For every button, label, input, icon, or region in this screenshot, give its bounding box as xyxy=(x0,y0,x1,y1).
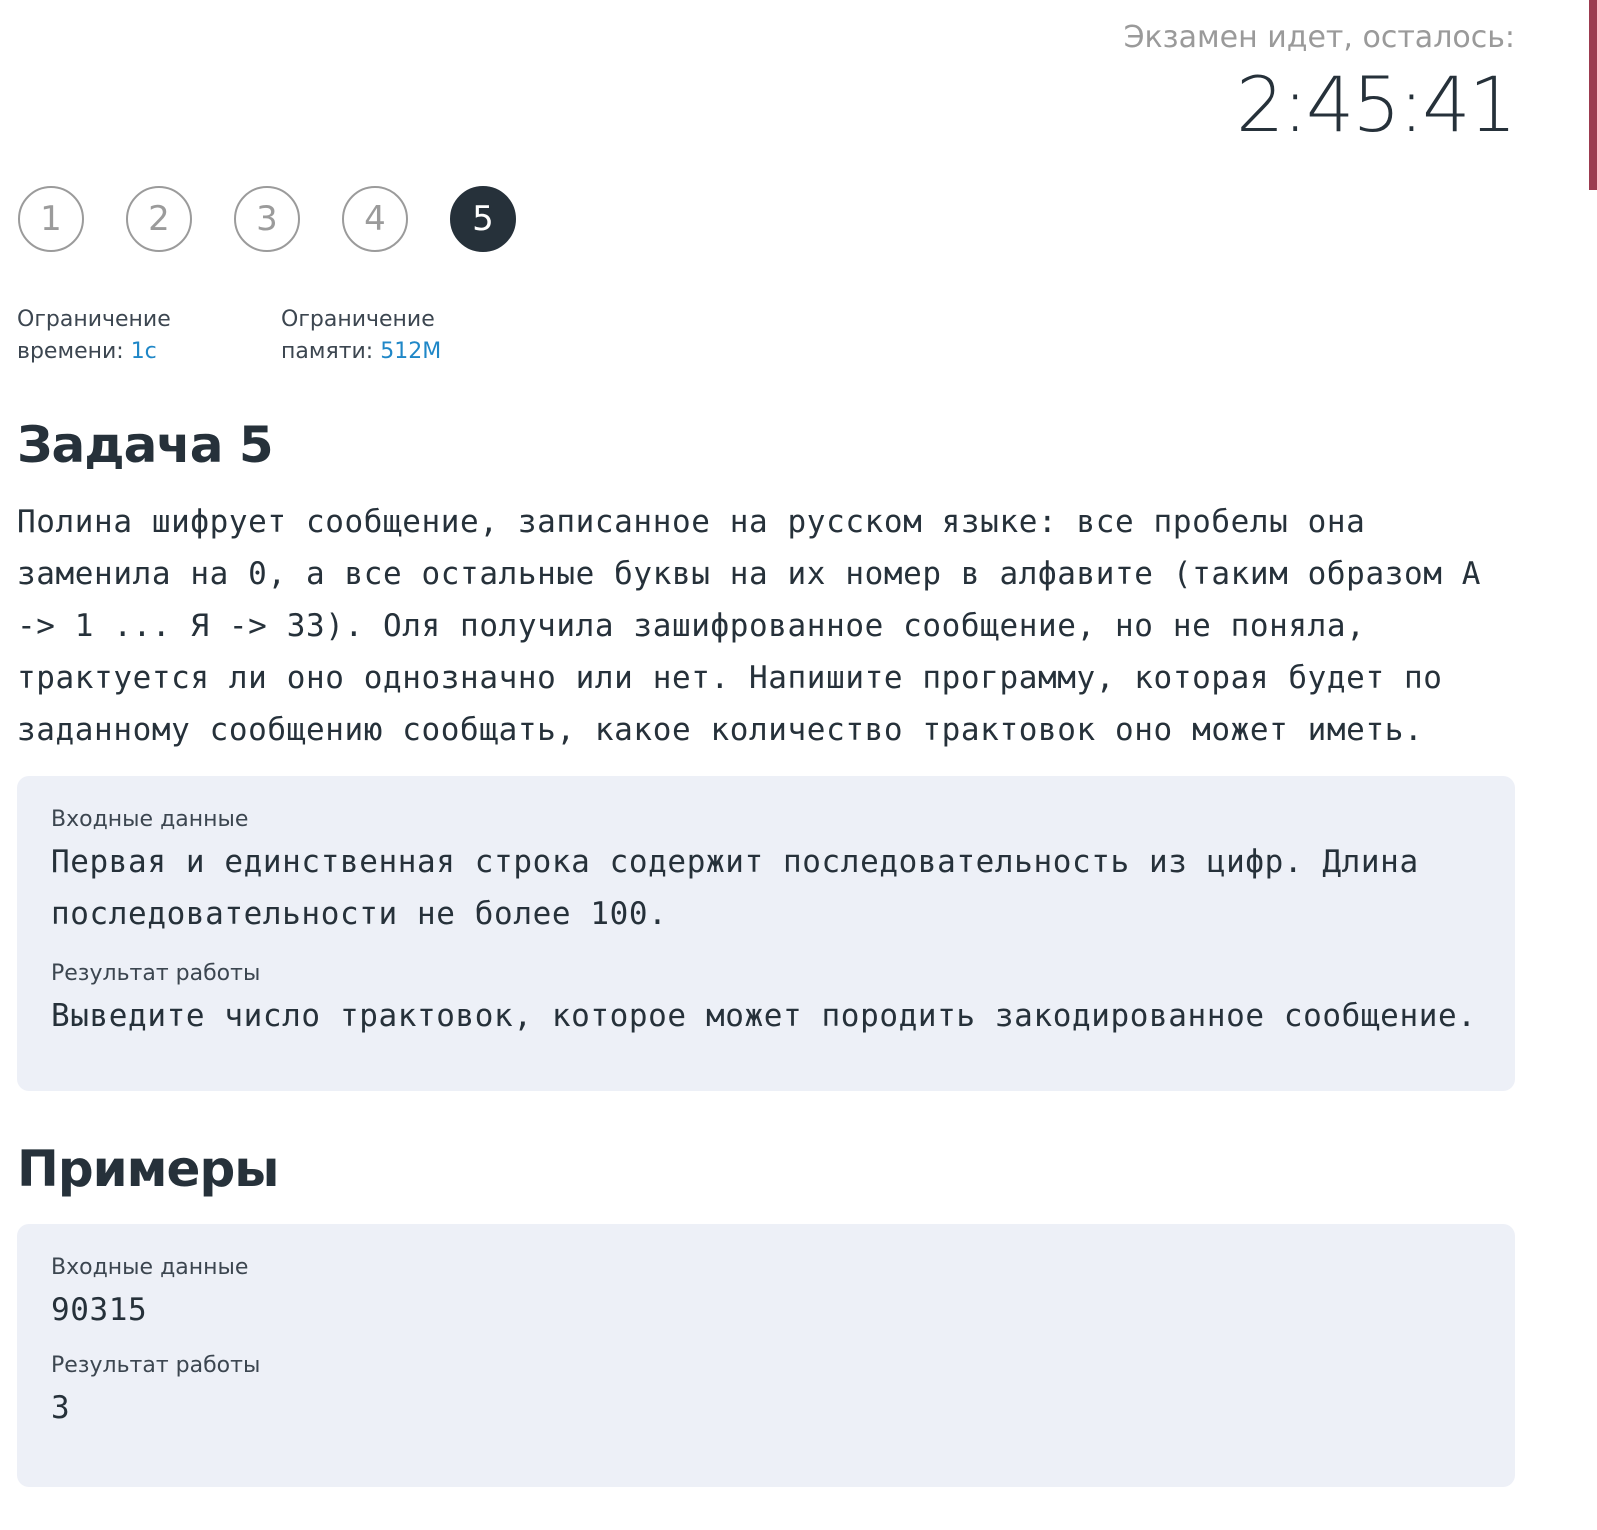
output-spec-label: Результат работы xyxy=(51,961,261,986)
task-button-4[interactable]: 4 xyxy=(342,186,408,252)
task-button-5[interactable]: 5 xyxy=(450,186,516,252)
example-output-label: Результат работы xyxy=(51,1353,261,1378)
example-input: 90315 xyxy=(51,1292,148,1328)
example-output: 3 xyxy=(51,1390,71,1426)
memory-limit-value: 512M xyxy=(380,339,442,364)
io-spec-panel: Входные данные Первая и единственная стр… xyxy=(17,776,1515,1091)
memory-limit-line2: памяти: 512M xyxy=(281,336,441,368)
time-limit-line2: времени: 1с xyxy=(17,336,281,368)
time-limit-label-line2: времени: xyxy=(17,339,131,364)
input-spec-text: Первая и единственная строка содержит по… xyxy=(51,844,1419,932)
time-limit-label-line1: Ограничение xyxy=(17,307,171,332)
input-spec-label: Входные данные xyxy=(51,807,249,832)
exam-timer: Экзамен идет, осталось: 2:45:41 xyxy=(1123,18,1517,150)
timer-label: Экзамен идет, осталось: xyxy=(1123,20,1515,55)
scrollbar[interactable] xyxy=(1589,0,1597,1530)
time-limit: Ограничение времени: 1с xyxy=(17,304,281,368)
example-panel: Входные данные 90315 Результат работы 3 xyxy=(17,1224,1515,1487)
problem-statement: Полина шифрует сообщение, записанное на … xyxy=(17,504,1482,748)
output-spec-text: Выведите число трактовок, которое может … xyxy=(51,998,1477,1034)
memory-limit: Ограничение памяти: 512M xyxy=(281,304,441,368)
timer-value: 2:45:41 xyxy=(1236,60,1517,149)
examples-title: Примеры xyxy=(17,1140,279,1198)
task-button-1[interactable]: 1 xyxy=(18,186,84,252)
memory-limit-label-line1: Ограничение xyxy=(281,307,435,332)
time-limit-value: 1с xyxy=(130,339,157,364)
scrollbar-thumb[interactable] xyxy=(1589,0,1597,190)
memory-limit-label-line2: памяти: xyxy=(281,339,381,364)
task-navigation: 1 2 3 4 5 xyxy=(18,186,558,252)
task-button-2[interactable]: 2 xyxy=(126,186,192,252)
task-title: Задача 5 xyxy=(17,416,274,474)
example-input-label: Входные данные xyxy=(51,1255,249,1280)
task-button-3[interactable]: 3 xyxy=(234,186,300,252)
limits: Ограничение времени: 1с Ограничение памя… xyxy=(17,304,441,368)
